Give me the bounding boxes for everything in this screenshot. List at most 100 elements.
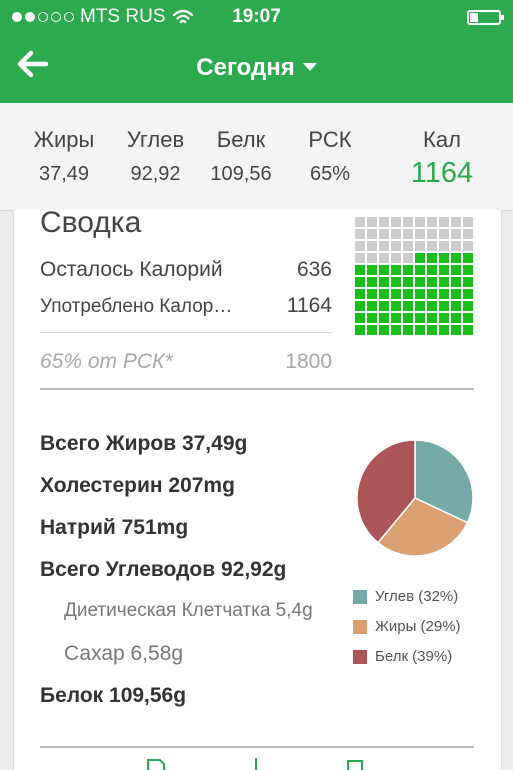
section-divider xyxy=(40,388,474,390)
waffle-cell xyxy=(355,265,365,275)
waffle-cell xyxy=(403,217,413,227)
waffle-cell xyxy=(355,277,365,287)
waffle-cell xyxy=(451,325,461,335)
calorie-waffle-chart xyxy=(355,217,475,335)
waffle-cell xyxy=(391,265,401,275)
waffle-cell xyxy=(391,325,401,335)
remaining-calories-label: Осталось Калорий xyxy=(40,258,223,281)
clock: 19:07 xyxy=(232,6,281,27)
legend-swatch xyxy=(353,619,367,634)
document-icon[interactable] xyxy=(147,759,165,770)
waffle-cell xyxy=(391,241,401,251)
dietary-fiber: Диетическая Клетчатка 5,4g xyxy=(64,600,313,621)
waffle-cell xyxy=(367,265,377,275)
waffle-cell xyxy=(403,241,413,251)
waffle-cell xyxy=(463,277,473,287)
sugar: Сахар 6,58g xyxy=(64,642,184,665)
macro-protein-label: Белк xyxy=(216,127,266,152)
section-divider-bottom xyxy=(40,746,474,748)
waffle-cell xyxy=(451,253,461,263)
macro-fat-label: Жиры xyxy=(33,127,95,152)
macro-protein: Белк 109,56 xyxy=(195,127,287,186)
waffle-cell xyxy=(415,229,425,239)
remaining-calories-value: 636 xyxy=(296,258,332,281)
waffle-cell xyxy=(451,265,461,275)
macro-carbs-label: Углев xyxy=(126,127,185,152)
legend-label: Жиры (29%) xyxy=(375,618,461,635)
consumed-calories-value: 1164 xyxy=(286,294,332,317)
waffle-cell xyxy=(463,241,473,251)
waffle-cell xyxy=(367,313,377,323)
waffle-cell xyxy=(427,313,437,323)
waffle-cell xyxy=(451,217,461,227)
macro-calories-label: Кал xyxy=(423,127,461,152)
waffle-cell xyxy=(451,289,461,299)
waffle-cell xyxy=(463,229,473,239)
waffle-cell xyxy=(427,241,437,251)
macro-rdi-value: 65% xyxy=(309,163,351,185)
waffle-cell xyxy=(427,217,437,227)
share-icon[interactable] xyxy=(347,760,363,770)
waffle-cell xyxy=(367,253,377,263)
legend-label: Углев (32%) xyxy=(375,588,459,605)
macro-fat: Жиры 37,49 xyxy=(18,127,110,186)
waffle-cell xyxy=(439,265,449,275)
status-bar: MTS RUS 19:07 xyxy=(0,0,513,34)
waffle-cell xyxy=(439,289,449,299)
legend-item: Жиры (29%) xyxy=(353,618,461,635)
total-fat: Всего Жиров 37,49g xyxy=(40,432,248,455)
waffle-cell xyxy=(403,265,413,275)
waffle-cell xyxy=(451,241,461,251)
bottom-toolbar xyxy=(147,758,363,770)
macro-summary-bar: Жиры 37,49 Углев 92,92 Белк 109,56 РСК 6… xyxy=(0,103,513,211)
waffle-cell xyxy=(379,229,389,239)
waffle-cell xyxy=(451,277,461,287)
waffle-cell xyxy=(463,325,473,335)
waffle-cell xyxy=(355,217,365,227)
summary-title: Сводка xyxy=(40,206,142,239)
waffle-cell xyxy=(379,289,389,299)
page-title: Сегодня xyxy=(196,54,295,81)
waffle-cell xyxy=(439,253,449,263)
waffle-cell xyxy=(379,301,389,311)
waffle-cell xyxy=(355,241,365,251)
waffle-cell xyxy=(415,277,425,287)
waffle-cell xyxy=(367,229,377,239)
waffle-cell xyxy=(367,289,377,299)
waffle-cell xyxy=(403,301,413,311)
macro-carbs: Углев 92,92 xyxy=(108,127,203,186)
waffle-cell xyxy=(439,301,449,311)
battery-icon xyxy=(467,10,504,25)
legend-item: Белк (39%) xyxy=(353,648,452,665)
waffle-cell xyxy=(439,325,449,335)
summary-card: Сводка Осталось Калорий 636 Употреблено … xyxy=(13,206,502,770)
macro-rdi: РСК 65% xyxy=(290,127,370,186)
waffle-cell xyxy=(403,313,413,323)
waffle-cell xyxy=(463,313,473,323)
waffle-cell xyxy=(391,253,401,263)
waffle-cell xyxy=(355,253,365,263)
legend-label: Белк (39%) xyxy=(375,648,453,665)
waffle-cell xyxy=(379,265,389,275)
consumed-calories-label: Употреблено Калор… xyxy=(40,296,233,317)
waffle-cell xyxy=(379,217,389,227)
waffle-cell xyxy=(415,289,425,299)
fiber-row: Диетическая Клетчатка 5,4g xyxy=(64,600,344,622)
waffle-cell xyxy=(379,313,389,323)
waffle-cell xyxy=(451,313,461,323)
sodium: Натрий 751mg xyxy=(40,516,189,539)
macro-fat-value: 37,49 xyxy=(38,163,90,185)
legend-swatch xyxy=(353,589,367,604)
waffle-cell xyxy=(391,313,401,323)
date-selector[interactable]: Сегодня xyxy=(0,54,513,82)
waffle-cell xyxy=(439,229,449,239)
waffle-cell xyxy=(403,325,413,335)
macro-protein-value: 109,56 xyxy=(210,163,272,185)
macro-pie-chart xyxy=(356,439,474,557)
macro-carbs-value: 92,92 xyxy=(130,163,181,185)
waffle-cell xyxy=(403,277,413,287)
waffle-cell xyxy=(463,301,473,311)
waffle-cell xyxy=(427,229,437,239)
waffle-cell xyxy=(439,241,449,251)
app-header: MTS RUS 19:07 Сегодня xyxy=(0,0,513,103)
